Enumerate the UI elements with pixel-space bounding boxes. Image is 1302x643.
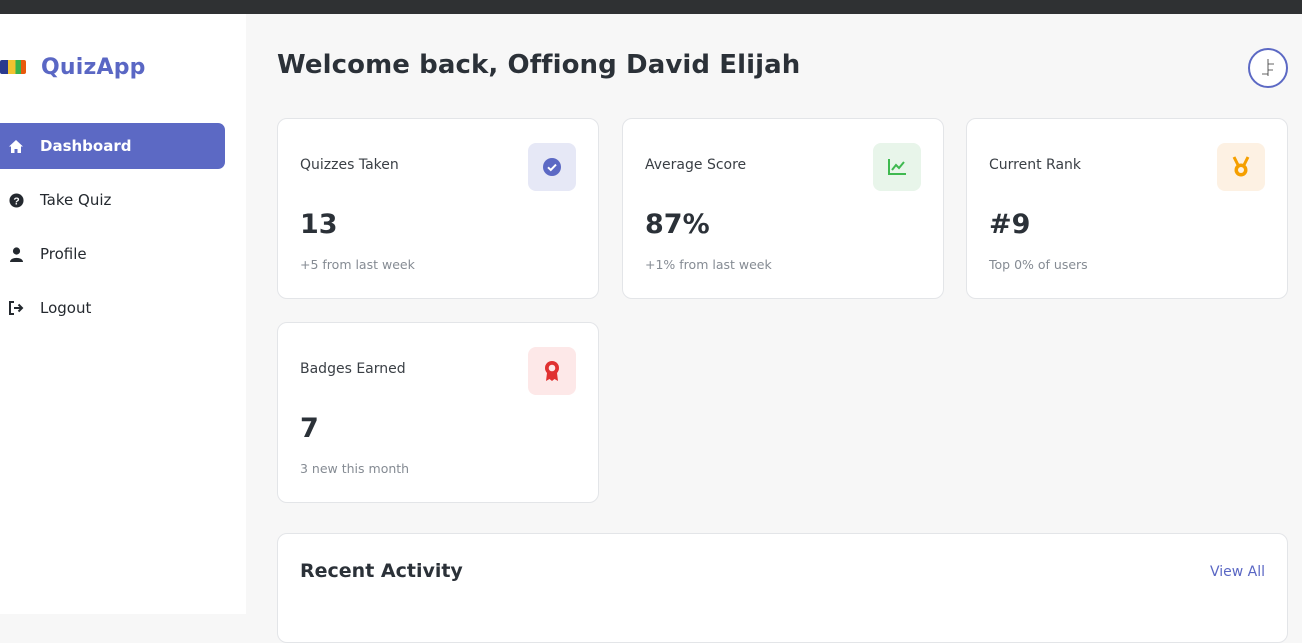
stat-card-average-score: Average Score 87% +1% from last week (622, 118, 944, 299)
avatar[interactable] (1248, 48, 1288, 88)
sidebar-item-label: Take Quiz (40, 191, 112, 209)
logout-icon (8, 300, 24, 316)
svg-text:?: ? (13, 196, 19, 207)
sidebar-item-profile[interactable]: Profile (0, 231, 225, 277)
sidebar-item-dashboard[interactable]: Dashboard (0, 123, 225, 169)
main-content: Welcome back, Offiong David Elijah Quizz… (246, 14, 1302, 643)
sidebar-item-label: Logout (40, 299, 92, 317)
sidebar-item-label: Profile (40, 245, 87, 263)
stat-title: Current Rank (989, 157, 1082, 173)
stat-title: Quizzes Taken (300, 157, 399, 173)
check-circle-icon (528, 143, 576, 191)
brand-logo (0, 60, 26, 74)
award-icon (528, 347, 576, 395)
avatar-image-icon (1262, 59, 1274, 76)
recent-activity-title: Recent Activity (300, 560, 463, 582)
sidebar-item-logout[interactable]: Logout (0, 285, 225, 331)
brand-name: QuizApp (41, 54, 146, 80)
home-icon (8, 138, 24, 154)
stat-title: Average Score (645, 157, 747, 173)
brand[interactable]: QuizApp (0, 52, 220, 82)
stat-subtext: Top 0% of users (989, 257, 1088, 272)
chart-line-icon (873, 143, 921, 191)
recent-activity-panel: Recent Activity View All (277, 533, 1288, 643)
stat-card-badges-earned: Badges Earned 7 3 new this month (277, 322, 599, 503)
user-icon (8, 246, 24, 262)
stat-subtext: +5 from last week (300, 257, 415, 272)
stat-value: 87% (645, 209, 710, 240)
stat-subtext: 3 new this month (300, 461, 410, 476)
stat-card-current-rank: Current Rank #9 Top 0% of users (966, 118, 1288, 299)
sidebar: QuizApp Dashboard ? Take Quiz Profile Lo… (0, 14, 246, 614)
sidebar-item-label: Dashboard (40, 137, 132, 155)
stat-value: 13 (300, 209, 338, 240)
page-title: Welcome back, Offiong David Elijah (277, 50, 801, 80)
stat-value: 7 (300, 413, 319, 444)
medal-icon (1217, 143, 1265, 191)
sidebar-item-take-quiz[interactable]: ? Take Quiz (0, 177, 225, 223)
stat-value: #9 (989, 209, 1031, 240)
view-all-link[interactable]: View All (1210, 564, 1265, 580)
stat-subtext: +1% from last week (645, 257, 772, 272)
question-circle-icon: ? (8, 192, 24, 208)
stat-card-quizzes-taken: Quizzes Taken 13 +5 from last week (277, 118, 599, 299)
browser-top-bar (0, 0, 1302, 14)
stat-title: Badges Earned (300, 361, 406, 377)
